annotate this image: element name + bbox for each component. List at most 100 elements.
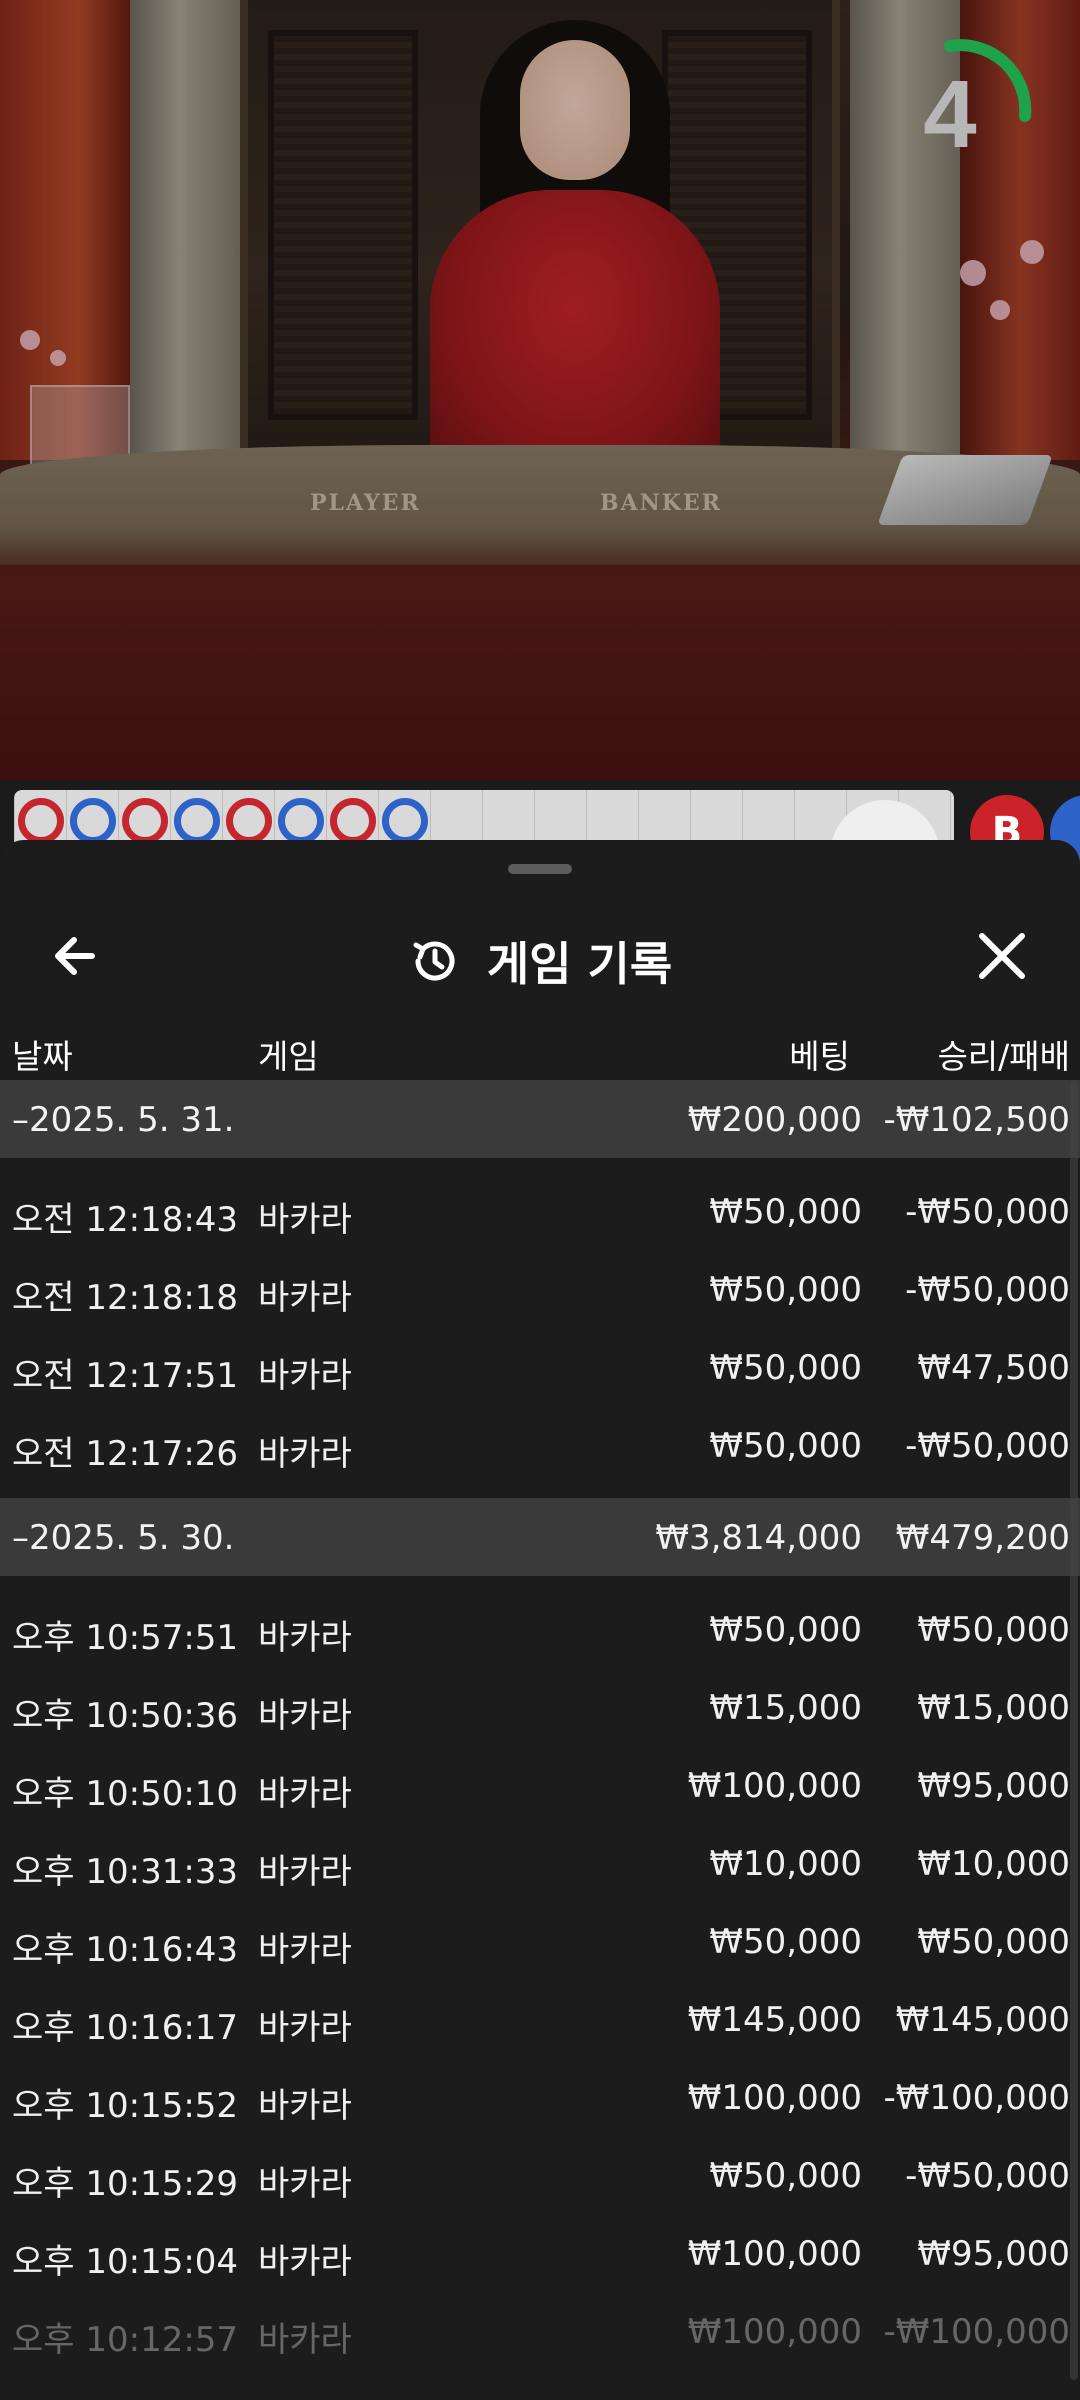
table-row[interactable]: 오후 10:16:43 바카라 ₩50,000 ₩50,000 [0, 1902, 1080, 1980]
history-list[interactable]: –2025. 5. 31. ₩200,000 -₩102,500 오전 12:18:4… [0, 1080, 1080, 2384]
row-time: 오후 10:12:57 [12, 2320, 239, 2360]
row-time: 오후 10:57:51 [12, 1618, 239, 1658]
row-result: ₩15,000 [917, 1688, 1070, 1728]
bead-player [382, 798, 428, 844]
bead-banker [330, 798, 376, 844]
row-game: 바카라 [258, 2008, 352, 2048]
column-header-date: 날짜 [12, 1037, 73, 1076]
column-header-bet: 베팅 [789, 1037, 850, 1076]
table-row[interactable]: 오후 10:15:29 바카라 ₩50,000 -₩50,000 [0, 2136, 1080, 2214]
row-game: 바카라 [258, 1618, 352, 1658]
row-game: 바카라 [258, 1774, 352, 1814]
table-row[interactable]: 오후 10:16:17 바카라 ₩145,000 ₩145,000 [0, 1980, 1080, 2058]
table-row[interactable]: 오전 12:18:43 바카라 ₩50,000 -₩50,000 [0, 1172, 1080, 1250]
table-row[interactable]: 오전 12:17:51 바카라 ₩50,000 ₩47,500 [0, 1328, 1080, 1406]
close-button[interactable] [966, 920, 1038, 992]
row-bet: ₩100,000 [687, 2234, 862, 2274]
history-icon [413, 941, 455, 981]
row-result: -₩50,000 [905, 1426, 1070, 1466]
row-game: 바카라 [258, 2086, 352, 2126]
row-result: ₩50,000 [917, 1610, 1070, 1650]
group-date: –2025. 5. 30. [12, 1518, 235, 1558]
row-result: ₩10,000 [917, 1844, 1070, 1884]
group-bet-total: ₩200,000 [687, 1100, 862, 1140]
row-result: ₩95,000 [917, 1766, 1070, 1806]
bead-player [174, 798, 220, 844]
row-bet: ₩10,000 [709, 1844, 862, 1884]
bead-banker [122, 798, 168, 844]
row-time: 오후 10:31:33 [12, 1852, 239, 1892]
close-icon [979, 933, 1025, 979]
row-game: 바카라 [258, 1278, 352, 1318]
row-time: 오후 10:15:52 [12, 2086, 239, 2126]
row-result: ₩145,000 [895, 2000, 1070, 2040]
live-video: PLAYER BANKER 4 [0, 0, 1080, 780]
table-row[interactable]: 오후 10:50:36 바카라 ₩15,000 ₩15,000 [0, 1668, 1080, 1746]
row-time: 오전 12:17:26 [12, 1434, 239, 1474]
table-row[interactable]: 오후 10:12:57 바카라 ₩100,000 -₩100,000 [0, 2292, 1080, 2370]
row-result: -₩100,000 [883, 2312, 1071, 2352]
row-game: 바카라 [258, 1696, 352, 1736]
bead-player [278, 798, 324, 844]
group-bet-total: ₩3,814,000 [655, 1518, 862, 1558]
row-game: 바카라 [258, 2164, 352, 2204]
table-row[interactable]: 오후 10:50:10 바카라 ₩100,000 ₩95,000 [0, 1746, 1080, 1824]
table-row[interactable]: 오후 10:15:04 바카라 ₩100,000 ₩95,000 [0, 2214, 1080, 2292]
row-bet: ₩50,000 [709, 1610, 862, 1650]
row-game: 바카라 [258, 1852, 352, 1892]
group-result-total: ₩479,200 [895, 1518, 1070, 1558]
row-result: -₩50,000 [905, 1270, 1070, 1310]
row-bet: ₩100,000 [687, 1766, 862, 1806]
row-time: 오후 10:16:17 [12, 2008, 239, 2048]
row-time: 오후 10:16:43 [12, 1930, 239, 1970]
row-bet: ₩100,000 [687, 2078, 862, 2118]
row-game: 바카라 [258, 2242, 352, 2282]
row-time: 오후 10:15:04 [12, 2242, 239, 2282]
row-bet: ₩50,000 [709, 1270, 862, 1310]
row-result: -₩50,000 [905, 2156, 1070, 2196]
bead-banker [18, 798, 64, 844]
column-header-game: 게임 [258, 1037, 319, 1076]
row-time: 오후 10:15:29 [12, 2164, 239, 2204]
table-row[interactable]: 오전 12:18:18 바카라 ₩50,000 -₩50,000 [0, 1250, 1080, 1328]
countdown-number: 4 [923, 61, 977, 168]
list-scrollbar[interactable] [1070, 1080, 1078, 2380]
group-result-total: -₩102,500 [883, 1100, 1071, 1140]
table-row[interactable]: 오후 10:15:52 바카라 ₩100,000 -₩100,000 [0, 2058, 1080, 2136]
row-time: 오전 12:18:43 [12, 1200, 239, 1240]
row-time: 오전 12:17:51 [12, 1356, 239, 1396]
row-result: ₩95,000 [917, 2234, 1070, 2274]
row-bet: ₩100,000 [687, 2312, 862, 2352]
column-header-result: 승리/패배 [937, 1037, 1070, 1076]
game-history-sheet: 게임 기록 날짜 게임 베팅 승리/패배 –2025. 5. 31. ₩200,0… [0, 840, 1080, 2400]
bead-banker [226, 798, 272, 844]
table-header: 날짜 게임 베팅 승리/패배 [0, 1010, 1080, 1080]
group-date: –2025. 5. 31. [12, 1100, 235, 1140]
row-bet: ₩50,000 [709, 2156, 862, 2196]
row-result: -₩100,000 [883, 2078, 1071, 2118]
sheet-header: 게임 기록 [0, 880, 1080, 1010]
sheet-title-text: 게임 기록 [486, 937, 673, 991]
sheet-drag-handle[interactable] [508, 864, 572, 874]
date-group-row[interactable]: –2025. 5. 30. ₩3,814,000 ₩479,200 [0, 1498, 1080, 1576]
row-game: 바카라 [258, 1930, 352, 1970]
row-time: 오후 10:50:36 [12, 1696, 239, 1736]
row-game: 바카라 [258, 1200, 352, 1240]
row-bet: ₩15,000 [709, 1688, 862, 1728]
row-time: 오후 10:50:10 [12, 1774, 239, 1814]
row-bet: ₩50,000 [709, 1922, 862, 1962]
table-row[interactable]: 오후 10:57:51 바카라 ₩50,000 ₩50,000 [0, 1590, 1080, 1668]
date-group-row[interactable]: –2025. 5. 31. ₩200,000 -₩102,500 [0, 1080, 1080, 1158]
row-time: 오전 12:18:18 [12, 1278, 239, 1318]
row-game: 바카라 [258, 1356, 352, 1396]
table-row[interactable]: 오후 10:31:33 바카라 ₩10,000 ₩10,000 [0, 1824, 1080, 1902]
row-bet: ₩145,000 [687, 2000, 862, 2040]
row-bet: ₩50,000 [709, 1348, 862, 1388]
row-bet: ₩50,000 [709, 1426, 862, 1466]
table-row[interactable]: 오전 12:17:26 바카라 ₩50,000 -₩50,000 [0, 1406, 1080, 1484]
row-bet: ₩50,000 [709, 1192, 862, 1232]
